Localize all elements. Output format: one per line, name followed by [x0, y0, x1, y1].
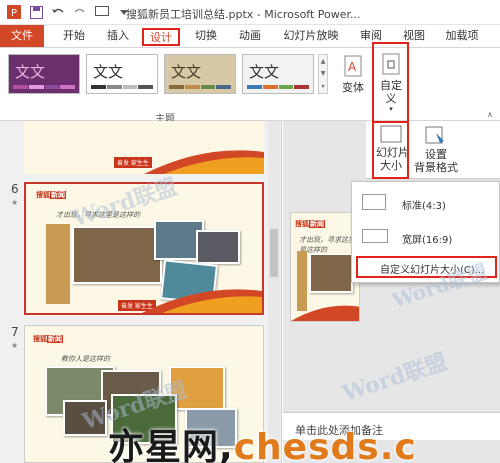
format-background-label: 设置 背景格式 [414, 148, 458, 174]
slide-6-star-icon: ★ [11, 198, 19, 207]
theme-gallery-scroll[interactable]: ▲ ▼ ▾ [318, 54, 328, 94]
scroll-down-icon[interactable]: ▼ [321, 70, 326, 77]
slide-number-7: 7 [11, 325, 19, 339]
powerpoint-window: P 搜狐新员工培训总结.pptx - Microsoft Power... 文件… [0, 0, 500, 463]
slide-wave-decoration [291, 305, 359, 321]
customize-highlight [372, 42, 409, 126]
slide-logo: 搜狐新闻 [36, 191, 66, 199]
slide-wave-decoration [142, 289, 262, 313]
menu-item-standard[interactable]: 标准(4:3) [358, 188, 498, 218]
slide-7-star-icon: ★ [11, 341, 19, 350]
tab-transitions[interactable]: 切换 [190, 28, 222, 46]
current-slide-canvas[interactable]: 搜狐新闻 才出现，寻求这里是这样的 [290, 212, 360, 322]
tab-home[interactable]: 开始 [58, 28, 90, 46]
tab-addins[interactable]: 加载项 [442, 28, 482, 46]
collapse-ribbon-icon[interactable]: ∧ [487, 110, 493, 119]
title-bar: P 搜狐新员工培训总结.pptx - Microsoft Power... [0, 0, 500, 25]
tab-animations[interactable]: 动画 [234, 28, 266, 46]
theme-thumbnail-1[interactable]: 文文 [8, 54, 80, 94]
format-background-button[interactable]: 设置 背景格式 [414, 125, 458, 174]
tab-insert[interactable]: 插入 [102, 28, 134, 46]
svg-text:A: A [348, 60, 357, 74]
slide-size-highlight [372, 121, 409, 179]
ratio-16-9-icon [362, 229, 388, 243]
site-watermark-black: 亦星网, [108, 427, 234, 463]
theme-thumbnail-2[interactable]: 文文 [86, 54, 158, 94]
slide-photo-1 [72, 226, 162, 284]
gallery-more-icon[interactable]: ▾ [321, 83, 324, 90]
slide-wave-decoration [144, 150, 264, 174]
slide-slogan: 才出现，寻求这里是这样的 [299, 236, 355, 254]
variants-label: 变体 [342, 81, 364, 94]
menu-item-standard-label: 标准(4:3) [402, 201, 446, 212]
slide-photo-3 [196, 230, 240, 264]
tab-design[interactable]: 设计 [142, 28, 180, 46]
tab-slideshow[interactable]: 幻灯片放映 [280, 28, 342, 46]
redo-icon[interactable] [72, 4, 88, 20]
tab-file[interactable]: 文件 [0, 25, 44, 47]
slide-logo: 搜狐新闻 [295, 220, 325, 228]
site-watermark: 亦星网,chesds.c [108, 418, 417, 463]
variants-icon: A [344, 55, 362, 77]
slide-slogan: 教你人是这样的 [61, 355, 110, 363]
site-watermark-colored: chesds.c [233, 427, 417, 463]
window-title: 搜狐新员工培训总结.pptx - Microsoft Power... [126, 8, 361, 21]
ribbon-tabs: 文件 开始 插入 设计 切换 动画 幻灯片放映 审阅 视图 加载项 [0, 25, 500, 47]
presentation-icon[interactable] [94, 4, 110, 20]
quick-access-toolbar: P [6, 4, 132, 20]
theme-thumbnail-3[interactable]: 文文 [164, 54, 236, 94]
ribbon-design: 文文 文文 文文 文文 ▲ ▼ ▾ 主题 A 变体 自定 义 ▾ ∧ [0, 47, 500, 125]
slide-number-6: 6 [11, 182, 19, 196]
svg-text:P: P [11, 8, 17, 19]
thumbnail-scrollbar[interactable] [268, 121, 280, 463]
menu-item-widescreen[interactable]: 宽屏(16:9) [358, 222, 498, 252]
format-background-icon [425, 126, 444, 144]
scrollbar-thumb[interactable] [270, 229, 278, 277]
slide-photo-1 [309, 253, 353, 293]
powerpoint-app-icon[interactable]: P [6, 4, 22, 20]
undo-icon[interactable] [50, 4, 66, 20]
variants-button[interactable]: A 变体 [338, 54, 368, 94]
theme-thumbnail-4[interactable]: 文文 [242, 54, 314, 94]
save-icon[interactable] [28, 4, 44, 20]
slide-pillar [46, 224, 70, 304]
ratio-4-3-icon [362, 194, 386, 210]
slide-logo: 搜狐新闻 [33, 335, 63, 343]
menu-item-widescreen-label: 宽屏(16:9) [402, 235, 453, 246]
scroll-up-icon[interactable]: ▲ [321, 58, 326, 65]
slide-thumbnail-5[interactable]: 奋发 家生生 [24, 121, 264, 174]
